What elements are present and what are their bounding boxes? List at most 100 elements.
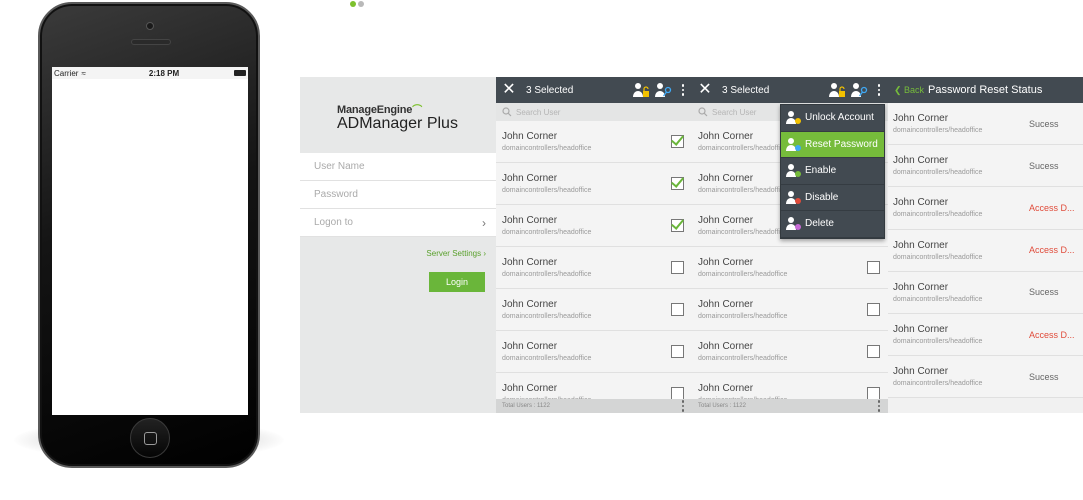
- list-item[interactable]: John Corner domaincontrollers/headoffice: [692, 247, 888, 289]
- user-name: John Corner: [893, 366, 949, 378]
- list-item[interactable]: John Corner domaincontrollers/headoffice: [496, 205, 692, 247]
- user-info: John Corner domaincontrollers/headoffice: [698, 299, 787, 320]
- user-name: John Corner: [502, 299, 558, 310]
- list-item[interactable]: John Corner domaincontrollers/headoffice: [496, 247, 692, 289]
- user-name: John Corner: [502, 173, 558, 184]
- user-name: John Corner: [893, 239, 949, 251]
- logon-to-field[interactable]: Logon to ›: [300, 209, 496, 237]
- status-row: John Corner domaincontrollers/headoffice S…: [888, 145, 1083, 188]
- status-badge: Sucess: [1029, 287, 1059, 298]
- user-path: domaincontrollers/headoffice: [502, 313, 592, 320]
- close-icon[interactable]: ✕: [692, 77, 718, 103]
- row-checkbox[interactable]: [867, 261, 880, 274]
- user-info: John Corner domaincontrollers/headoffice: [502, 257, 591, 278]
- menu-item-label: Unlock Account: [805, 112, 874, 124]
- menu-item[interactable]: Reset Password: [781, 131, 884, 158]
- row-checkbox[interactable]: [671, 177, 684, 190]
- list-item[interactable]: John Corner domaincontrollers/headoffice: [692, 331, 888, 373]
- row-checkbox[interactable]: [867, 345, 880, 358]
- status-badge: Sucess: [1029, 160, 1059, 171]
- list-header: ✕ 3 Selected: [496, 77, 692, 103]
- user-name: John Corner: [698, 341, 754, 352]
- key-user-icon[interactable]: [848, 77, 870, 103]
- more-vertical-icon[interactable]: [870, 84, 888, 96]
- pager-dot[interactable]: [358, 1, 364, 7]
- stage: Carrier ≈ 2:18 PM ManageEngine⌒ ADManager…: [0, 0, 1083, 500]
- user-info: John Corner domaincontrollers/headoffice: [698, 257, 787, 278]
- login-form: User Name Password Logon to ›: [300, 153, 496, 237]
- pager-dot[interactable]: [350, 1, 356, 7]
- list-item[interactable]: John Corner domaincontrollers/headoffice: [496, 289, 692, 331]
- menu-item-label: Delete: [805, 218, 834, 230]
- phone-status-bar: Carrier ≈ 2:18 PM: [52, 67, 248, 79]
- user-path: domaincontrollers/headoffice: [893, 211, 983, 219]
- list-item[interactable]: John Corner domaincontrollers/headoffice: [496, 331, 692, 373]
- wifi-icon: ≈: [81, 68, 86, 78]
- list-item[interactable]: John Corner domaincontrollers/headoffice: [496, 163, 692, 205]
- menu-item-label: Reset Password: [805, 138, 878, 150]
- password-field[interactable]: Password: [300, 181, 496, 209]
- key-user-icon[interactable]: [652, 77, 674, 103]
- user-name: John Corner: [698, 257, 754, 268]
- menu-item[interactable]: Enable: [781, 158, 884, 185]
- back-button[interactable]: ❮ Back: [888, 85, 928, 96]
- menu-item[interactable]: Disable: [781, 185, 884, 211]
- close-icon[interactable]: ✕: [496, 77, 522, 103]
- user-name: John Corner: [502, 341, 558, 352]
- row-checkbox[interactable]: [671, 345, 684, 358]
- user-path: domaincontrollers/headoffice: [698, 355, 788, 362]
- user-info: John Corner domaincontrollers/headoffice: [502, 341, 591, 362]
- user-path: domaincontrollers/headoffice: [893, 338, 983, 346]
- user-list-panel: ✕ 3 Selected Search User John Corner doma…: [496, 77, 692, 413]
- user-info: John Corner domaincontrollers/headoffice: [698, 173, 787, 194]
- enable-user-icon: [785, 163, 805, 178]
- user-path: domaincontrollers/headoffice: [502, 187, 592, 194]
- user-info: John Corner domaincontrollers/headoffice: [893, 113, 982, 134]
- reset-status-panel: ❮ Back Password Reset Status John Corner…: [888, 77, 1083, 413]
- login-button[interactable]: Login: [429, 272, 485, 292]
- user-info: John Corner domaincontrollers/headoffice: [502, 299, 591, 320]
- server-settings-link[interactable]: Server Settings ›: [426, 249, 486, 258]
- search-input[interactable]: Search User: [496, 103, 692, 121]
- user-name: John Corner: [502, 383, 558, 394]
- menu-item[interactable]: Delete: [781, 211, 884, 238]
- user-name: John Corner: [502, 215, 558, 226]
- user-info: John Corner domaincontrollers/headoffice: [893, 240, 982, 261]
- list-item[interactable]: John Corner domaincontrollers/headoffice: [496, 121, 692, 163]
- search-icon: [698, 107, 708, 117]
- unlock-user-icon[interactable]: [630, 77, 652, 103]
- chevron-right-icon: ›: [482, 215, 486, 230]
- home-button[interactable]: [130, 418, 170, 458]
- list-footer: Total Users : 1122: [496, 399, 692, 413]
- home-square-icon: [144, 432, 157, 445]
- user-path: domaincontrollers/headoffice: [698, 271, 788, 278]
- status-row: John Corner domaincontrollers/headoffice S…: [888, 271, 1083, 314]
- brand-logo-main: ADManager Plus: [337, 115, 458, 132]
- status-title: Password Reset Status: [928, 84, 1043, 96]
- user-path: domaincontrollers/headoffice: [893, 127, 983, 135]
- delete-user-icon: [785, 216, 805, 231]
- row-checkbox[interactable]: [671, 219, 684, 232]
- user-path: domaincontrollers/headoffice: [893, 253, 983, 261]
- more-vertical-icon[interactable]: [870, 400, 888, 412]
- more-vertical-icon[interactable]: [674, 84, 692, 96]
- row-checkbox[interactable]: [867, 303, 880, 316]
- menu-item[interactable]: Unlock Account: [781, 105, 884, 132]
- selected-count: 3 Selected: [722, 84, 770, 96]
- status-badge: Sucess: [1029, 371, 1059, 382]
- username-field[interactable]: User Name: [300, 153, 496, 181]
- actions-menu: Unlock Account Reset Password Enable Disabl…: [780, 104, 885, 239]
- user-path: domaincontrollers/headoffice: [502, 145, 592, 152]
- battery-icon: [234, 70, 246, 76]
- user-name: John Corner: [698, 131, 754, 142]
- list-item[interactable]: John Corner domaincontrollers/headoffice: [692, 289, 888, 331]
- unlock-user-icon[interactable]: [826, 77, 848, 103]
- brand-logo-top: ManageEngine⌒: [337, 104, 423, 116]
- total-users-label: Total Users : 1122: [502, 403, 550, 409]
- user-info: John Corner domaincontrollers/headoffice: [893, 366, 982, 387]
- row-checkbox[interactable]: [671, 261, 684, 274]
- row-checkbox[interactable]: [671, 135, 684, 148]
- row-checkbox[interactable]: [671, 303, 684, 316]
- more-vertical-icon[interactable]: [674, 400, 692, 412]
- user-list: John Corner domaincontrollers/headoffice J…: [496, 121, 692, 413]
